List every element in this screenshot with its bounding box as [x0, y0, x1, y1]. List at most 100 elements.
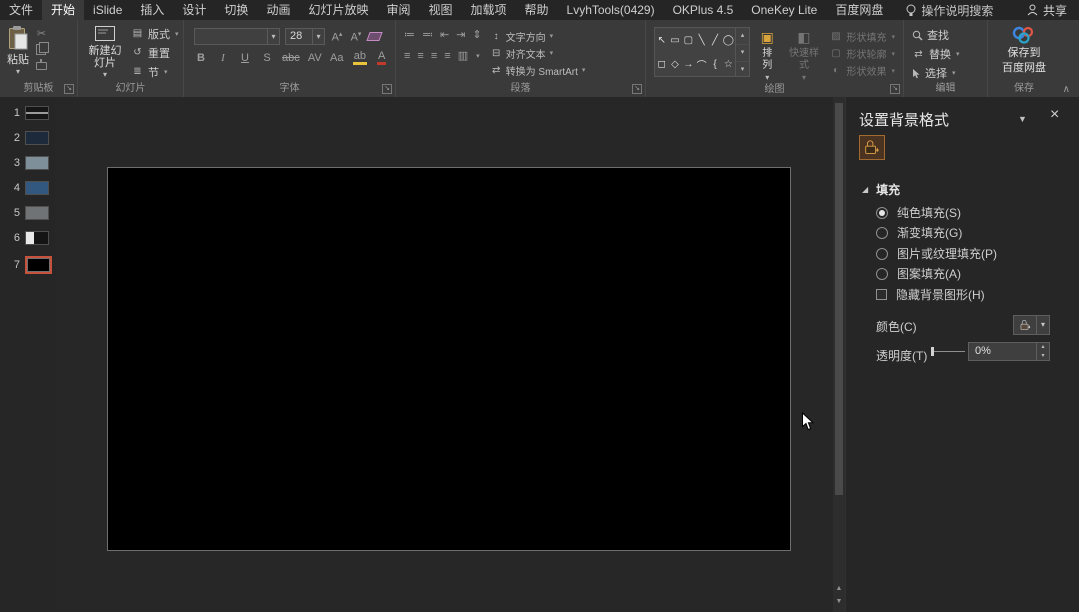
previous-slide-icon[interactable]: ▲	[833, 585, 845, 592]
layout-button[interactable]: ▤ 版式 ▾	[131, 25, 179, 42]
format-painter-icon[interactable]	[36, 62, 47, 70]
align-center-icon[interactable]: ≡	[417, 50, 423, 62]
tab-design[interactable]: 设计	[173, 0, 215, 20]
hide-background-graphics-option[interactable]: 隐藏背景图形(H)	[876, 286, 985, 303]
decrease-font-size-button[interactable]: A▾	[349, 30, 363, 44]
tab-file[interactable]: 文件	[0, 0, 42, 20]
shape-square-icon[interactable]: ◻	[658, 59, 666, 70]
columns-icon[interactable]: ▥	[458, 49, 468, 62]
shape-star-icon[interactable]: ☆	[724, 59, 733, 70]
tab-islide[interactable]: iSlide	[84, 0, 131, 20]
text-shadow-button[interactable]: S	[260, 52, 274, 64]
tab-review[interactable]: 审阅	[377, 0, 419, 20]
tab-onekey-lite[interactable]: OneKey Lite	[742, 0, 826, 20]
bullets-icon[interactable]: ≔	[404, 28, 415, 41]
slide-thumbnail-7-selected[interactable]: 7	[0, 256, 55, 274]
shape-line-icon[interactable]: ╲	[699, 35, 705, 46]
transparency-slider[interactable]	[932, 351, 965, 352]
shape-arrow-icon[interactable]: →	[683, 59, 693, 70]
radio-selected-icon[interactable]	[876, 207, 888, 219]
convert-smartart-button[interactable]: ⇄ 转换为 SmartArt ▾	[490, 62, 586, 78]
gallery-scroll-down-icon[interactable]: ▾	[736, 45, 749, 62]
new-slide-button[interactable]: 新建幻灯片 ▾	[82, 23, 128, 82]
slide-thumbnail-4[interactable]: 4	[0, 181, 55, 195]
tab-slideshow[interactable]: 幻灯片放映	[299, 0, 377, 20]
copy-icon[interactable]	[36, 44, 46, 55]
change-case-button[interactable]: Aa	[330, 52, 344, 64]
reset-button[interactable]: ↺ 重置	[131, 44, 179, 61]
tab-lvyhtools[interactable]: LvyhTools(0429)	[558, 0, 664, 20]
quick-styles-button[interactable]: ◧ 快速样式 ▾	[785, 27, 824, 83]
shape-diamond-icon[interactable]: ◇	[671, 59, 679, 70]
slide-thumbnail-6[interactable]: 6	[0, 231, 55, 245]
color-picker-button[interactable]: ▾	[1013, 315, 1050, 335]
radio-icon[interactable]	[876, 268, 888, 280]
tab-addins[interactable]: 加载项	[462, 0, 516, 20]
arrange-button[interactable]: ▣ 排列 ▾	[756, 27, 779, 83]
spin-up-icon[interactable]: ▴	[1037, 343, 1049, 352]
shape-line2-icon[interactable]: ╱	[712, 35, 718, 46]
drawing-dialog-launcher-icon[interactable]: ↘	[890, 84, 900, 94]
save-to-baidu-netdisk-button[interactable]: 保存到 百度网盘	[999, 23, 1049, 82]
paragraph-dialog-launcher-icon[interactable]: ↘	[632, 84, 642, 94]
clear-formatting-icon[interactable]	[366, 32, 382, 41]
tab-view[interactable]: 视图	[419, 0, 461, 20]
shapes-gallery[interactable]: ↖ ▭ ▢ ╲ ╱ ◯ ◻ ◇ → ⌒ { ☆	[654, 27, 750, 77]
next-slide-icon[interactable]: ▼	[833, 598, 845, 605]
fill-tab-button[interactable]	[859, 135, 885, 160]
slide-editing-canvas[interactable]	[55, 97, 833, 612]
gallery-more-icon[interactable]: ▾	[736, 62, 749, 78]
tell-me-search[interactable]: 操作说明搜索	[906, 2, 993, 19]
font-color-button[interactable]: A	[376, 50, 387, 65]
slide-thumbnail-image[interactable]	[25, 256, 52, 274]
checkbox-icon[interactable]	[876, 289, 887, 300]
font-name-combo[interactable]: ▾	[194, 28, 280, 45]
slide-thumbnail-2[interactable]: 2	[0, 131, 55, 145]
tab-animations[interactable]: 动画	[257, 0, 299, 20]
radio-icon[interactable]	[876, 227, 888, 239]
slide-7-canvas[interactable]	[107, 167, 791, 551]
strikethrough-button[interactable]: abc	[282, 52, 300, 64]
shape-rectangle-icon[interactable]: ▢	[684, 35, 693, 46]
decrease-indent-icon[interactable]: ⇤	[440, 28, 449, 41]
slider-thumb[interactable]	[931, 347, 934, 356]
clipboard-dialog-launcher-icon[interactable]: ↘	[64, 84, 74, 94]
bold-button[interactable]: B	[194, 52, 208, 64]
tab-okplus[interactable]: OKPlus 4.5	[664, 0, 743, 20]
shape-select-icon[interactable]: ↖	[657, 35, 665, 46]
align-left-icon[interactable]: ≡	[404, 50, 410, 62]
numbering-icon[interactable]: ≕	[422, 28, 433, 41]
underline-button[interactable]: U	[238, 52, 252, 64]
scrollbar-thumb[interactable]	[835, 103, 843, 495]
picture-texture-fill-option[interactable]: 图片或纹理填充(P)	[876, 245, 997, 262]
font-dialog-launcher-icon[interactable]: ↘	[382, 84, 392, 94]
tab-baidu-netdisk[interactable]: 百度网盘	[826, 0, 892, 20]
shape-brace-icon[interactable]: {	[713, 59, 716, 70]
canvas-vertical-scrollbar[interactable]: ▲ ▼	[833, 97, 845, 612]
cut-icon[interactable]: ✂	[36, 28, 47, 40]
slide-thumbnail-3[interactable]: 3	[0, 156, 55, 170]
increase-indent-icon[interactable]: ⇥	[456, 28, 465, 41]
radio-icon[interactable]	[876, 248, 888, 260]
tab-transitions[interactable]: 切换	[215, 0, 257, 20]
slide-thumbnail-image[interactable]	[25, 156, 49, 170]
replace-button[interactable]: ⇄ 替换 ▾	[912, 46, 960, 62]
highlight-color-button[interactable]: ab	[352, 50, 368, 65]
shape-outline-button[interactable]: ▢ 形状轮廓 ▾	[829, 46, 895, 61]
increase-font-size-button[interactable]: A▴	[330, 30, 344, 44]
font-size-combo[interactable]: 28 ▾	[285, 28, 325, 45]
slide-thumbnail-5[interactable]: 5	[0, 206, 55, 220]
transparency-spinner[interactable]: 0% ▴ ▾	[968, 342, 1050, 361]
slide-thumbnail-1[interactable]: 1	[0, 106, 55, 120]
gallery-scroll-up-icon[interactable]: ▴	[736, 28, 749, 45]
shape-textbox-icon[interactable]: ▭	[670, 35, 679, 46]
solid-fill-option[interactable]: 纯色填充(S)	[876, 204, 961, 221]
find-button[interactable]: 查找	[912, 27, 960, 43]
paste-button[interactable]: 粘贴 ▾	[4, 23, 32, 82]
slide-thumbnail-image[interactable]	[25, 181, 49, 195]
character-spacing-button[interactable]: AV	[308, 52, 322, 64]
fill-section-header[interactable]: ◢ 填充	[862, 181, 900, 198]
gradient-fill-option[interactable]: 渐变填充(G)	[876, 224, 962, 241]
slide-thumbnail-image[interactable]	[25, 231, 49, 245]
justify-icon[interactable]: ≡	[444, 50, 450, 62]
